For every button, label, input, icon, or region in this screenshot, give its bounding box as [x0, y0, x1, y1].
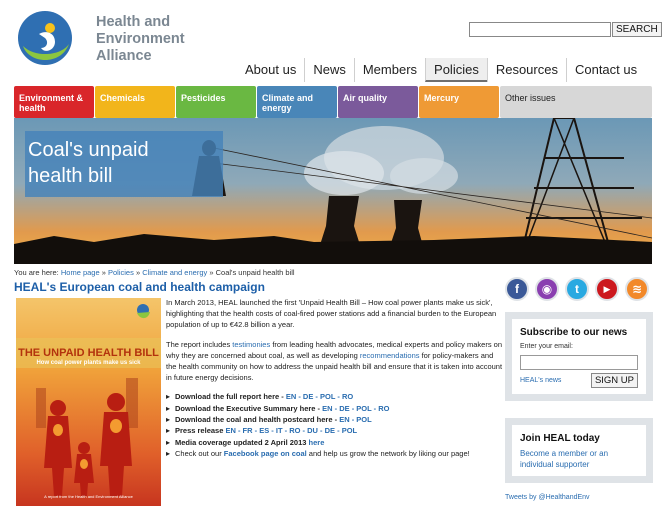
- download-text: Press release: [175, 426, 226, 436]
- press-release-links[interactable]: EN - FR - ES - IT - RO - DU - DE - POL: [225, 426, 357, 435]
- download-text: Download the full report here -: [175, 392, 286, 402]
- list-item: Press release EN - FR - ES - IT - RO - D…: [166, 425, 504, 437]
- category-chemicals[interactable]: Chemicals: [95, 86, 175, 118]
- nav-news[interactable]: News: [304, 58, 354, 82]
- hero-banner: Coal's unpaid health bill: [14, 118, 652, 264]
- category-pesticides[interactable]: Pesticides: [176, 86, 256, 118]
- list-item: Download the full report here - EN - DE …: [166, 391, 504, 403]
- youtube-icon[interactable]: ▶: [595, 277, 619, 301]
- full-report-links[interactable]: EN - DE - POL - RO: [286, 392, 353, 401]
- list-item: Download the coal and health postcard he…: [166, 414, 504, 426]
- hero-title: Coal's unpaid health bill: [25, 131, 223, 197]
- hero-title-line: Coal's unpaid: [28, 139, 149, 161]
- email-label: Enter your email:: [520, 343, 573, 350]
- nav-about-us[interactable]: About us: [237, 58, 304, 82]
- logo-line: Environment: [96, 31, 185, 47]
- download-text: Download the Executive Summary here -: [175, 403, 323, 413]
- sign-up-button[interactable]: SIGN UP: [590, 373, 638, 388]
- logo-line: Alliance: [96, 48, 152, 64]
- breadcrumb: You are here: Home page » Policies » Cli…: [14, 268, 295, 277]
- facebook-page-link[interactable]: Facebook page on coal: [224, 449, 307, 458]
- media-coverage-link[interactable]: here: [309, 438, 325, 447]
- facebook-icon[interactable]: f: [505, 277, 529, 301]
- search-input[interactable]: [469, 22, 611, 37]
- recommendations-link[interactable]: recommendations: [360, 351, 420, 360]
- text-segment: The report includes: [166, 339, 233, 349]
- become-member-link[interactable]: Become a member or an individual support…: [520, 449, 638, 470]
- breadcrumb-current: Coal's unpaid health bill: [215, 268, 295, 277]
- breadcrumb-prefix: You are here:: [14, 268, 59, 277]
- logo-line: Health and: [96, 14, 171, 30]
- breadcrumb-policies[interactable]: Policies: [108, 268, 134, 277]
- search-button[interactable]: SEARCH: [612, 22, 662, 37]
- breadcrumb-separator: »: [135, 268, 141, 277]
- category-climate-energy[interactable]: Climate and energy: [257, 86, 337, 118]
- breadcrumb-home[interactable]: Home page: [61, 268, 100, 277]
- category-navigation: Environment & health Chemicals Pesticide…: [14, 86, 652, 118]
- nav-policies[interactable]: Policies: [425, 58, 487, 82]
- report-cover-illustration: [16, 298, 161, 506]
- breadcrumb-separator: »: [209, 268, 214, 277]
- email-field[interactable]: [520, 355, 638, 370]
- download-text: Media coverage updated 2 April 2013: [175, 437, 309, 447]
- article-paragraph: In March 2013, HEAL launched the first '…: [166, 298, 497, 330]
- social-links: f ◉ t ▶ ≋: [505, 277, 649, 301]
- nav-resources[interactable]: Resources: [486, 58, 566, 82]
- download-list: Download the full report here - EN - DE …: [166, 391, 504, 459]
- category-other-issues[interactable]: Other issues: [500, 86, 652, 118]
- flickr-icon[interactable]: ◉: [535, 277, 559, 301]
- list-item: Media coverage updated 2 April 2013 here: [166, 437, 504, 449]
- join-title: Join HEAL today: [520, 433, 600, 444]
- page-title: HEAL's European coal and health campaign: [14, 280, 265, 294]
- category-mercury[interactable]: Mercury: [419, 86, 499, 118]
- nav-contact-us[interactable]: Contact us: [565, 58, 645, 82]
- breadcrumb-climate[interactable]: Climate and energy: [142, 268, 207, 277]
- article-paragraph: The report includes testimonies from lea…: [166, 339, 504, 384]
- list-item: Download the Executive Summary here - EN…: [166, 403, 504, 415]
- article-body: In March 2013, HEAL launched the first '…: [166, 297, 504, 460]
- executive-summary-links[interactable]: EN - DE - POL - RO: [322, 404, 389, 413]
- list-item: Check out our Facebook page on coal and …: [166, 448, 504, 460]
- join-box: Join HEAL today Become a member or an in…: [505, 418, 653, 483]
- subscribe-title: Subscribe to our news: [520, 327, 628, 338]
- organization-name[interactable]: Health and Environment Alliance: [96, 14, 185, 65]
- category-air-quality[interactable]: Air quality: [338, 86, 418, 118]
- cover-subtitle: How coal power plants make us sick: [36, 360, 141, 366]
- hero-title-line: health bill: [28, 165, 113, 187]
- text-segment: Check out our: [175, 448, 224, 458]
- text-segment: and help us grow the network by liking o…: [306, 448, 470, 458]
- postcard-links[interactable]: EN - POL: [339, 415, 372, 424]
- download-text: Download the coal and health postcard he…: [175, 415, 340, 425]
- breadcrumb-separator: »: [101, 268, 106, 277]
- cover-title: THE UNPAID HEALTH BILL: [18, 347, 159, 359]
- subscribe-box: Subscribe to our news Enter your email: …: [505, 312, 653, 401]
- twitter-icon[interactable]: t: [565, 277, 589, 301]
- heal-logo-icon[interactable]: [15, 8, 75, 68]
- cover-footer: A report from the Health and Environment…: [44, 494, 133, 499]
- search-form: SEARCH: [469, 22, 662, 37]
- testimonies-link[interactable]: testimonies: [232, 340, 270, 349]
- category-environment-health[interactable]: Environment & health: [14, 86, 94, 118]
- heal-news-link[interactable]: HEAL's news: [520, 377, 561, 384]
- rss-icon[interactable]: ≋: [625, 277, 649, 301]
- report-cover-image[interactable]: THE UNPAID HEALTH BILL How coal power pl…: [16, 298, 161, 506]
- main-navigation: About us News Members Policies Resources…: [237, 58, 645, 82]
- nav-members[interactable]: Members: [353, 58, 425, 82]
- tweets-link[interactable]: Tweets by @HealthandEnv: [505, 494, 590, 501]
